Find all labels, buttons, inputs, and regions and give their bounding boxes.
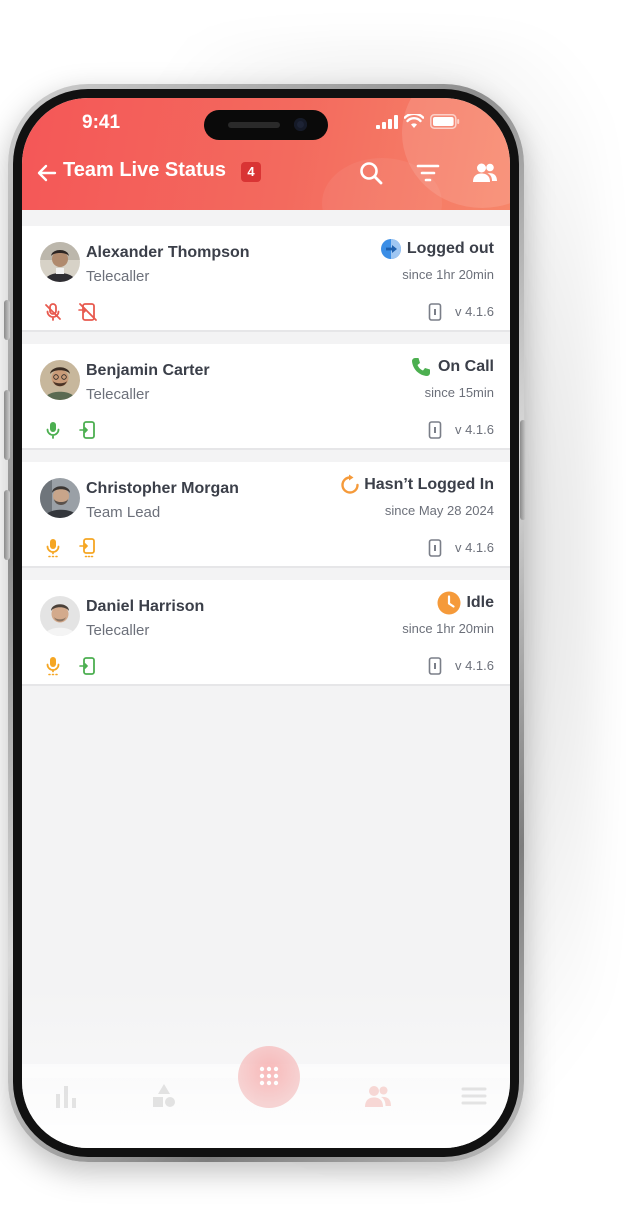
bottom-nav [22, 1046, 510, 1148]
agent-name: Daniel Harrison [86, 598, 205, 615]
agent-name: Christopher Morgan [86, 480, 239, 497]
app-version: v 4.1.6 [454, 540, 494, 555]
clock-icon [437, 591, 461, 615]
agent-role: Team Lead [86, 504, 161, 521]
mic-off-icon [45, 303, 61, 321]
team-icon[interactable] [472, 160, 498, 186]
device-on-icon [79, 421, 95, 439]
shapes-icon[interactable] [150, 1082, 178, 1110]
wifi-icon [404, 114, 424, 128]
signal-icon [376, 114, 398, 129]
dialpad-icon [259, 1066, 279, 1086]
refresh-icon [341, 474, 359, 494]
status-since: since 15min [424, 385, 494, 400]
status-since: since May 28 2024 [384, 503, 494, 518]
app-bar: Team Live Status 4 [22, 152, 510, 194]
avatar [40, 242, 80, 282]
mic-pending-icon [46, 539, 60, 558]
app-version-icon [428, 303, 442, 321]
status-label: Idle [466, 594, 494, 611]
dynamic-island [204, 110, 328, 140]
app-version-icon [428, 539, 442, 557]
stats-icon[interactable] [52, 1082, 80, 1110]
app-version-icon [428, 421, 442, 439]
agent-card[interactable]: Daniel Harrison Telecaller Idle since 1h… [22, 580, 510, 686]
volume-down-button [4, 490, 10, 560]
dialpad-button[interactable] [238, 1046, 300, 1108]
agent-card[interactable]: Alexander Thompson Telecaller Logged out… [22, 226, 510, 332]
agent-name: Alexander Thompson [86, 244, 250, 261]
status-time: 9:41 [82, 112, 121, 133]
back-arrow-icon[interactable] [36, 162, 58, 184]
device-on-icon [79, 657, 95, 675]
volume-up-button [4, 390, 10, 460]
status-label: Hasn’t Logged In [364, 476, 494, 493]
battery-icon [430, 114, 460, 129]
stage: 9:41 Team Live Status 4 Alexander Thomps… [0, 0, 626, 1210]
agent-role: Telecaller [86, 622, 150, 639]
device-off-icon [78, 303, 97, 321]
avatar [40, 360, 80, 400]
status-icons [376, 114, 460, 129]
app-version: v 4.1.6 [454, 422, 494, 437]
agent-card[interactable]: Benjamin Carter Telecaller On Call since… [22, 344, 510, 450]
agent-role: Telecaller [86, 268, 150, 285]
device-pending-icon [79, 538, 95, 558]
agent-card[interactable]: Christopher Morgan Team Lead Hasn’t Logg… [22, 462, 510, 568]
status-bar: 9:41 [22, 98, 510, 150]
app-version: v 4.1.6 [454, 658, 494, 673]
avatar [40, 478, 80, 518]
power-button [520, 420, 526, 520]
search-icon[interactable] [358, 160, 384, 186]
action-button [4, 300, 10, 340]
header: 9:41 Team Live Status 4 [22, 98, 510, 210]
menu-icon[interactable] [460, 1082, 488, 1110]
status-since: since 1hr 20min [402, 267, 494, 282]
agent-role: Telecaller [86, 386, 150, 403]
status-since: since 1hr 20min [402, 621, 494, 636]
count-badge: 4 [241, 162, 261, 182]
phone-call-icon [412, 358, 430, 376]
screen: 9:41 Team Live Status 4 Alexander Thomps… [22, 98, 510, 1148]
avatar [40, 596, 80, 636]
mic-on-icon [46, 422, 60, 439]
status-label: On Call [437, 358, 494, 375]
filter-icon[interactable] [415, 160, 441, 186]
mic-pending-icon [46, 657, 60, 676]
agent-name: Benjamin Carter [86, 362, 210, 379]
logged-out-icon [381, 239, 401, 259]
page-title: Team Live Status [63, 159, 227, 181]
app-version-icon [428, 657, 442, 675]
app-version: v 4.1.6 [454, 304, 494, 319]
status-label: Logged out [406, 240, 494, 257]
camera-icon [294, 118, 307, 131]
team-nav-icon[interactable] [364, 1082, 392, 1110]
